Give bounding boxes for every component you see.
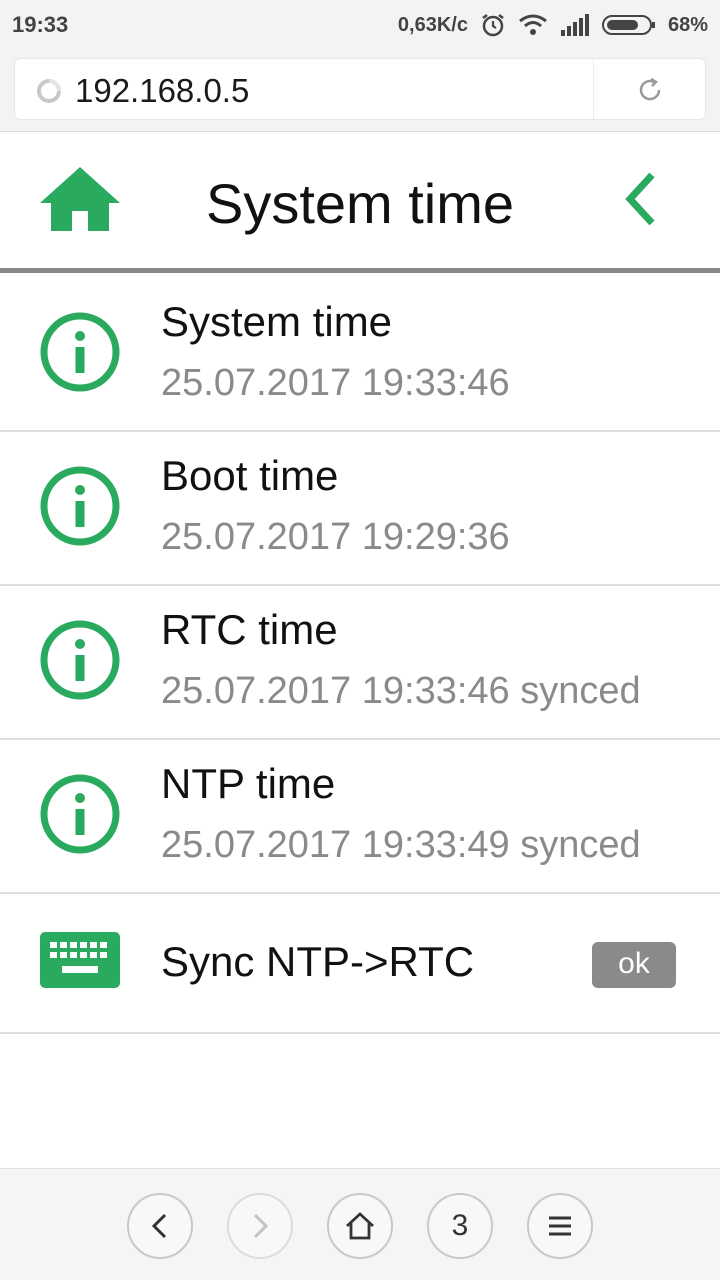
- time-info-list: System time 25.07.2017 19:33:46 Boot tim…: [0, 278, 720, 1034]
- net-speed: 0,63K/c: [397, 13, 468, 36]
- item-value: 25.07.2017 19:33:46 synced: [161, 670, 641, 712]
- alarm-icon: [480, 12, 506, 38]
- site-icon: [37, 79, 61, 103]
- list-item-sync-ntp-rtc: Sync NTP->RTC ok: [0, 894, 720, 1034]
- item-label: RTC time: [161, 606, 338, 653]
- info-icon: [38, 310, 122, 394]
- tab-count: 3: [451, 1209, 469, 1242]
- battery-percent: 68%: [667, 13, 708, 36]
- menu-icon: [549, 1216, 571, 1236]
- list-item-boot-time: Boot time 25.07.2017 19:29:36: [0, 432, 720, 586]
- action-label: Sync NTP->RTC: [161, 938, 475, 985]
- tabs-button[interactable]: 3: [427, 1193, 493, 1259]
- browser-back-button[interactable]: [127, 1193, 193, 1259]
- app-header: System time: [0, 133, 720, 273]
- keyboard-icon: [40, 932, 120, 988]
- url-text[interactable]: 192.168.0.5: [75, 72, 249, 110]
- status-time: 19:33: [12, 12, 69, 37]
- home-outline-icon: [346, 1212, 374, 1240]
- ok-button[interactable]: ok: [592, 942, 676, 988]
- address-bar[interactable]: 192.168.0.5: [14, 58, 706, 120]
- url-divider: [593, 59, 594, 119]
- status-indicators: 0,63K/c 68%: [398, 10, 708, 40]
- item-value: 25.07.2017 19:33:46: [161, 362, 510, 404]
- list-item-system-time: System time 25.07.2017 19:33:46: [0, 278, 720, 432]
- list-item-rtc-time: RTC time 25.07.2017 19:33:46 synced: [0, 586, 720, 740]
- item-value: 25.07.2017 19:33:49 synced: [161, 824, 641, 866]
- browser-home-button[interactable]: [327, 1193, 393, 1259]
- item-label: Boot time: [161, 452, 339, 499]
- chevron-left-icon: [151, 1213, 167, 1239]
- back-chevron-icon[interactable]: [618, 169, 662, 229]
- browser-menu-button[interactable]: [527, 1193, 593, 1259]
- chevron-right-icon: [253, 1213, 269, 1239]
- wifi-icon: [518, 13, 548, 37]
- browser-toolbar: 192.168.0.5: [0, 50, 720, 132]
- browser-forward-button[interactable]: [227, 1193, 293, 1259]
- item-label: NTP time: [161, 760, 336, 807]
- info-icon: [38, 618, 122, 702]
- signal-icon: [560, 14, 590, 36]
- reload-icon[interactable]: [635, 75, 665, 105]
- page-title: System time: [205, 172, 515, 235]
- info-icon: [38, 464, 122, 548]
- item-label: System time: [161, 298, 393, 345]
- browser-bottom-nav: 3: [0, 1168, 720, 1280]
- status-bar: 19:33 0,63K/c 68%: [0, 0, 720, 50]
- list-item-ntp-time: NTP time 25.07.2017 19:33:49 synced: [0, 740, 720, 894]
- battery-icon: [601, 14, 656, 36]
- info-icon: [38, 772, 122, 856]
- item-value: 25.07.2017 19:29:36: [161, 516, 510, 558]
